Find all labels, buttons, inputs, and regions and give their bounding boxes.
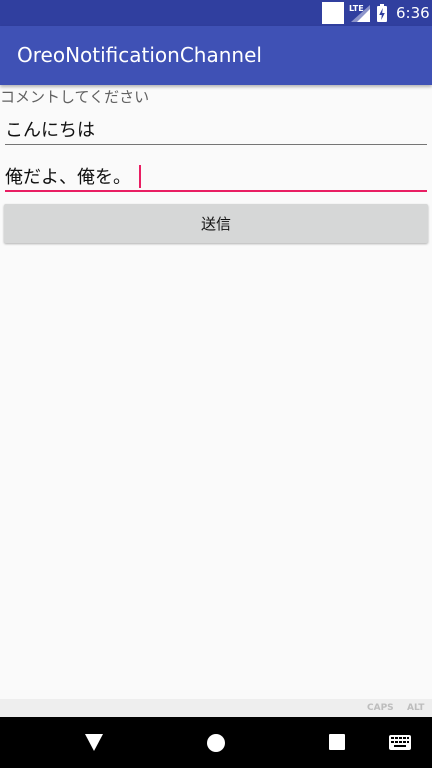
comment-input-text: こんにちは [5,120,95,141]
alt-indicator: ALT [407,703,425,713]
clock: 6:36 [396,4,430,22]
recents-icon[interactable] [329,734,345,750]
notification-icon [322,2,344,24]
message-input-content: 俺だよ、俺を。 [5,163,141,189]
send-button[interactable]: 送信 [4,204,428,243]
cell-signal-icon [351,5,370,22]
message-input-text: 俺だよ、俺を。 [5,167,131,188]
comment-input[interactable]: こんにちは [5,111,427,145]
text-cursor [139,164,141,188]
keyboard-indicator-bar: CAPS ALT [0,699,432,717]
app-bar: OreoNotificationChannel [0,26,432,85]
navigation-bar [0,717,432,768]
keyboard-icon[interactable] [389,735,411,750]
battery-charging-icon [377,4,387,22]
status-bar: LTE 6:36 [0,0,432,26]
back-icon[interactable] [85,734,103,751]
home-icon[interactable] [207,734,225,752]
message-input[interactable]: 俺だよ、俺を。 [5,158,427,192]
app-title: OreoNotificationChannel [17,43,262,67]
caps-indicator: CAPS [367,703,394,713]
comment-label: コメントしてください [0,88,150,106]
